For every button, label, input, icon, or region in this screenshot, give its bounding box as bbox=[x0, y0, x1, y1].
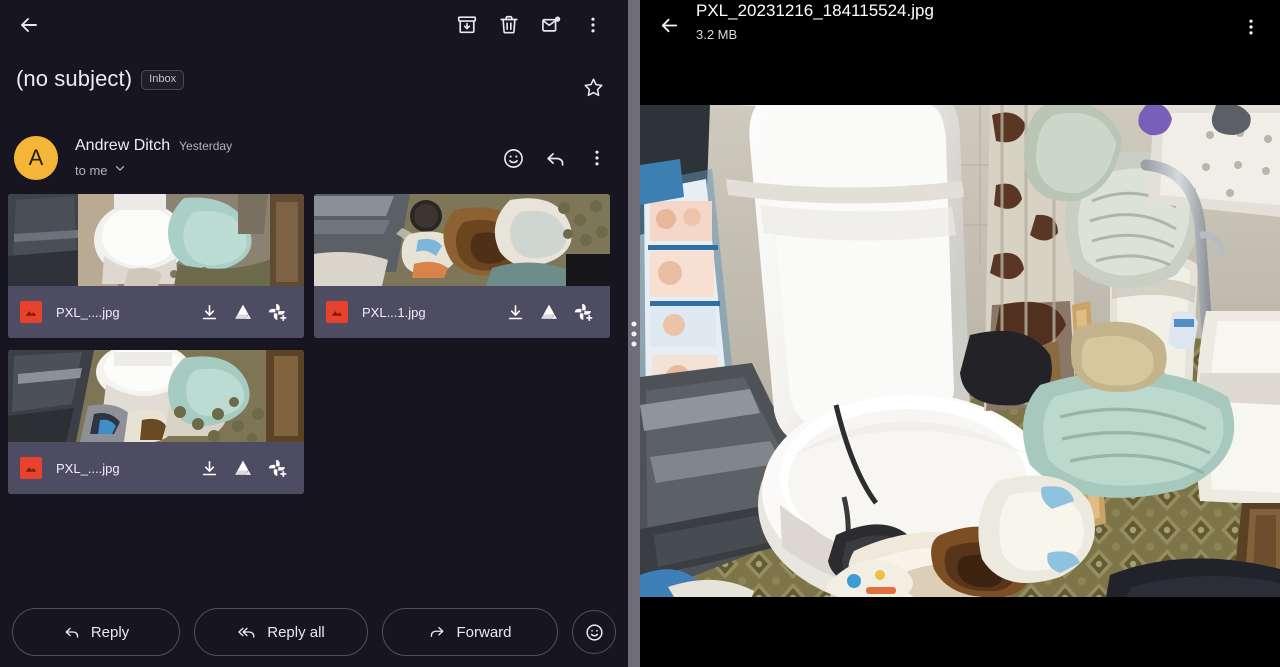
attachment-card[interactable]: PXL...1.jpg bbox=[314, 194, 610, 338]
chevron-down-icon[interactable] bbox=[113, 161, 127, 180]
reply-all-button-label: Reply all bbox=[267, 623, 325, 641]
handle-dot bbox=[631, 321, 637, 326]
reply-action-bar: Reply Reply all Forward bbox=[0, 597, 628, 667]
attachment-grid: PXL_....jpg PXL...1.jpg PXL_....jpg bbox=[0, 180, 628, 494]
google-photos-add-icon[interactable] bbox=[566, 295, 600, 329]
attachment-filename: PXL_....jpg bbox=[56, 304, 120, 320]
label-chip-inbox[interactable]: Inbox bbox=[141, 70, 185, 90]
star-icon[interactable] bbox=[572, 66, 614, 108]
viewer-titles: PXL_20231216_184115524.jpg 3.2 MB bbox=[696, 0, 934, 42]
message-actions bbox=[492, 134, 618, 179]
reply-icon[interactable] bbox=[534, 137, 576, 179]
image-file-icon bbox=[326, 301, 348, 323]
viewer-toolbar: PXL_20231216_184115524.jpg 3.2 MB bbox=[640, 0, 1280, 62]
sender-timestamp: Yesterday bbox=[179, 139, 233, 153]
trash-icon[interactable] bbox=[488, 4, 530, 46]
recipients-label: to me bbox=[75, 163, 108, 178]
mark-unread-icon[interactable] bbox=[530, 4, 572, 46]
attachment-thumbnail[interactable] bbox=[8, 194, 304, 286]
handle-dot bbox=[631, 341, 637, 346]
archive-icon[interactable] bbox=[446, 4, 488, 46]
reply-button[interactable]: Reply bbox=[12, 608, 180, 656]
subject-row: (no subject) Inbox bbox=[0, 50, 628, 112]
back-arrow-icon[interactable] bbox=[8, 4, 50, 46]
email-conversation-pane: (no subject) Inbox A Andrew Ditch Yester… bbox=[0, 0, 628, 667]
screen-root: (no subject) Inbox A Andrew Ditch Yester… bbox=[0, 0, 1280, 667]
viewer-filesize: 3.2 MB bbox=[696, 27, 738, 42]
download-icon[interactable] bbox=[192, 295, 226, 329]
forward-button[interactable]: Forward bbox=[382, 608, 558, 656]
emoji-react-icon[interactable] bbox=[572, 610, 616, 654]
sender-line-primary: Andrew Ditch Yesterday bbox=[75, 137, 232, 155]
google-photos-add-icon[interactable] bbox=[260, 451, 294, 485]
attachment-filename: PXL...1.jpg bbox=[362, 304, 426, 320]
sender-line-recipients[interactable]: to me bbox=[75, 161, 232, 180]
attachment-thumbnail[interactable] bbox=[314, 194, 610, 286]
mail-toolbar bbox=[0, 0, 628, 50]
reply-all-button[interactable]: Reply all bbox=[194, 608, 368, 656]
download-icon[interactable] bbox=[498, 295, 532, 329]
attachment-bar: PXL_....jpg bbox=[8, 286, 304, 338]
viewer-back-arrow-icon[interactable] bbox=[646, 2, 692, 48]
viewer-photo[interactable] bbox=[640, 105, 1280, 597]
download-icon[interactable] bbox=[192, 451, 226, 485]
google-drive-icon[interactable] bbox=[226, 451, 260, 485]
emoji-react-icon[interactable] bbox=[492, 137, 534, 179]
attachment-thumbnail[interactable] bbox=[8, 350, 304, 442]
pane-resize-handle[interactable] bbox=[628, 0, 640, 667]
more-vert-icon[interactable] bbox=[572, 4, 614, 46]
sender-meta: Andrew Ditch Yesterday to me bbox=[75, 134, 232, 180]
sender-row: A Andrew Ditch Yesterday to me bbox=[0, 112, 628, 180]
sender-name[interactable]: Andrew Ditch bbox=[75, 137, 170, 155]
attachment-viewer-pane: PXL_20231216_184115524.jpg 3.2 MB bbox=[640, 0, 1280, 667]
handle-dot bbox=[631, 331, 637, 336]
attachment-filename: PXL_....jpg bbox=[56, 460, 120, 476]
google-photos-add-icon[interactable] bbox=[260, 295, 294, 329]
avatar[interactable]: A bbox=[14, 136, 58, 180]
viewer-more-icon[interactable] bbox=[1228, 4, 1274, 50]
google-drive-icon[interactable] bbox=[532, 295, 566, 329]
page-title: (no subject) bbox=[16, 66, 133, 91]
attachment-card[interactable]: PXL_....jpg bbox=[8, 194, 304, 338]
message-more-icon[interactable] bbox=[576, 137, 618, 179]
attachment-bar: PXL...1.jpg bbox=[314, 286, 610, 338]
google-drive-icon[interactable] bbox=[226, 295, 260, 329]
attachment-card[interactable]: PXL_....jpg bbox=[8, 350, 304, 494]
image-file-icon bbox=[20, 301, 42, 323]
reply-button-label: Reply bbox=[90, 623, 130, 641]
image-file-icon bbox=[20, 457, 42, 479]
attachment-bar: PXL_....jpg bbox=[8, 442, 304, 494]
viewer-filename: PXL_20231216_184115524.jpg bbox=[696, 1, 934, 20]
drag-handle-dots-icon bbox=[631, 321, 637, 346]
forward-button-label: Forward bbox=[456, 623, 512, 641]
